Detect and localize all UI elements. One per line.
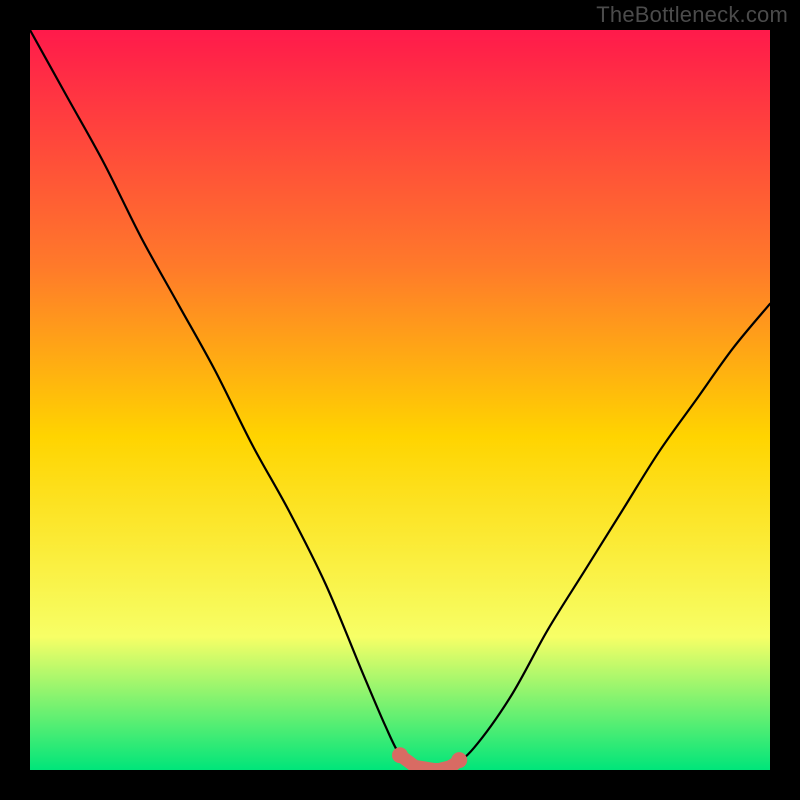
plot-area bbox=[30, 30, 770, 770]
optimal-left-marker bbox=[392, 747, 408, 763]
optimal-right-marker bbox=[451, 752, 467, 768]
chart-frame: TheBottleneck.com bbox=[0, 0, 800, 800]
watermark-text: TheBottleneck.com bbox=[596, 2, 788, 28]
bottleneck-chart bbox=[30, 30, 770, 770]
gradient-background bbox=[30, 30, 770, 770]
